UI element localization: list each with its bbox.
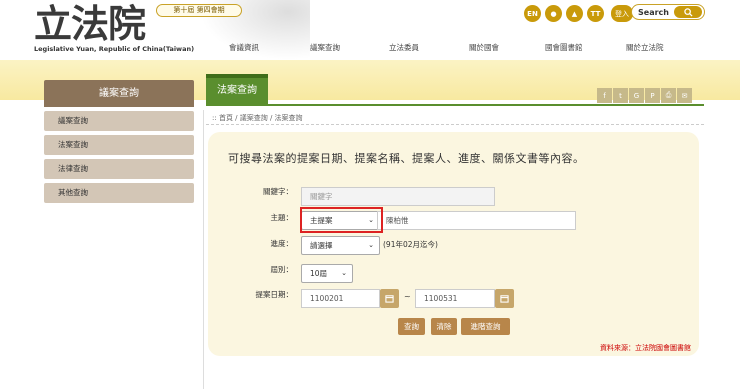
breadcrumb-divider [206, 124, 704, 125]
email-icon[interactable]: ✉ [677, 88, 692, 103]
nav-item-about-parliament[interactable]: 關於國會 [469, 42, 499, 53]
tab-underline [206, 104, 704, 106]
calendar-icon[interactable] [495, 289, 514, 308]
font-size-icon[interactable]: TT [587, 5, 604, 22]
sidebar-title: 議案查詢 [44, 80, 194, 107]
print-icon[interactable]: ⎙ [661, 88, 676, 103]
clear-button[interactable]: 清除 [431, 318, 457, 335]
sidebar-item-law-bill-query[interactable]: 法案查詢 [44, 135, 194, 155]
accessibility-icon[interactable]: ● [545, 5, 562, 22]
breadcrumb: :: 首頁 / 議案查詢 / 法案查詢 [212, 114, 303, 122]
progress-select[interactable]: 請選擇 ⌄ [301, 236, 380, 255]
term-label: 屆別： [270, 265, 294, 274]
nav-item-meetings[interactable]: 會議資訊 [229, 42, 259, 53]
nav-item-legislators[interactable]: 立法委員 [389, 42, 419, 53]
header: 立法院 Legislative Yuan, Republic of China(… [0, 0, 740, 62]
progress-note: (91年02月迄今) [383, 240, 438, 249]
date-to-input[interactable]: 1100531 [415, 289, 495, 308]
data-source-link[interactable]: 資料來源：立法院國會圖書館 [600, 343, 691, 353]
main-nav: 會議資訊 議案查詢 立法委員 關於國會 國會圖書館 關於立法院 [0, 42, 740, 54]
search-label: Search [638, 7, 669, 17]
nav-item-library[interactable]: 國會圖書館 [545, 42, 583, 53]
plurk-icon[interactable]: P [645, 88, 660, 103]
term-select-value: 10屆 [310, 269, 328, 278]
subject-label: 主題： [270, 213, 294, 222]
language-en-button[interactable]: EN [524, 5, 541, 22]
login-button[interactable]: 登入 [611, 5, 633, 22]
query-button[interactable]: 查詢 [398, 318, 425, 335]
calendar-icon[interactable] [380, 289, 399, 308]
tab-law-bill-query[interactable]: 法案查詢 [206, 74, 268, 104]
twitter-icon[interactable]: t [613, 88, 628, 103]
sidebar-item-bill-query[interactable]: 議案查詢 [44, 111, 194, 131]
sidebar: 議案查詢 議案查詢 法案查詢 法律查詢 其他查詢 [44, 80, 194, 203]
keyword-label: 關鍵字： [263, 187, 293, 196]
date-separator: ~ [404, 292, 411, 301]
search-icon[interactable] [674, 6, 702, 18]
chevron-down-icon: ⌄ [368, 241, 374, 249]
site-logo[interactable]: 立法院 [34, 2, 146, 46]
sidebar-item-law-query[interactable]: 法律查詢 [44, 159, 194, 179]
nav-item-bills[interactable]: 議案查詢 [310, 42, 340, 53]
divider [203, 110, 204, 389]
subject-value-input[interactable]: 陳柏惟 [377, 211, 576, 230]
progress-label: 進度： [270, 239, 294, 248]
date-label: 提案日期： [255, 290, 294, 299]
panel-title: 可搜尋法案的提案日期、提案名稱、提案人、進度、關係文書等內容。 [228, 152, 585, 165]
term-select[interactable]: 10屆 ⌄ [301, 264, 353, 283]
chevron-down-icon: ⌄ [341, 269, 347, 277]
facebook-icon[interactable]: f [597, 88, 612, 103]
progress-select-value: 請選擇 [310, 241, 333, 250]
nav-item-about[interactable]: 關於立法院 [626, 42, 664, 53]
page: 立法院 Legislative Yuan, Republic of China(… [0, 0, 740, 389]
share-toolbar: f t G P ⎙ ✉ [597, 88, 692, 103]
search-panel: 可搜尋法案的提案日期、提案名稱、提案人、進度、關係文書等內容。 關鍵字： 關鍵字… [208, 132, 699, 356]
session-badge: 第十屆 第四會期 [156, 4, 242, 17]
date-from-input[interactable]: 1100201 [301, 289, 380, 308]
advanced-search-button[interactable]: 進階查詢 [461, 318, 510, 335]
top-toolbar: EN ● ▲ TT 登入 [524, 5, 633, 22]
keyword-input[interactable]: 關鍵字 [301, 187, 495, 206]
site-search[interactable]: Search [631, 4, 705, 20]
google-plus-icon[interactable]: G [629, 88, 644, 103]
sitemap-icon[interactable]: ▲ [566, 5, 583, 22]
sidebar-item-other-query[interactable]: 其他查詢 [44, 183, 194, 203]
highlight-box [300, 207, 383, 233]
